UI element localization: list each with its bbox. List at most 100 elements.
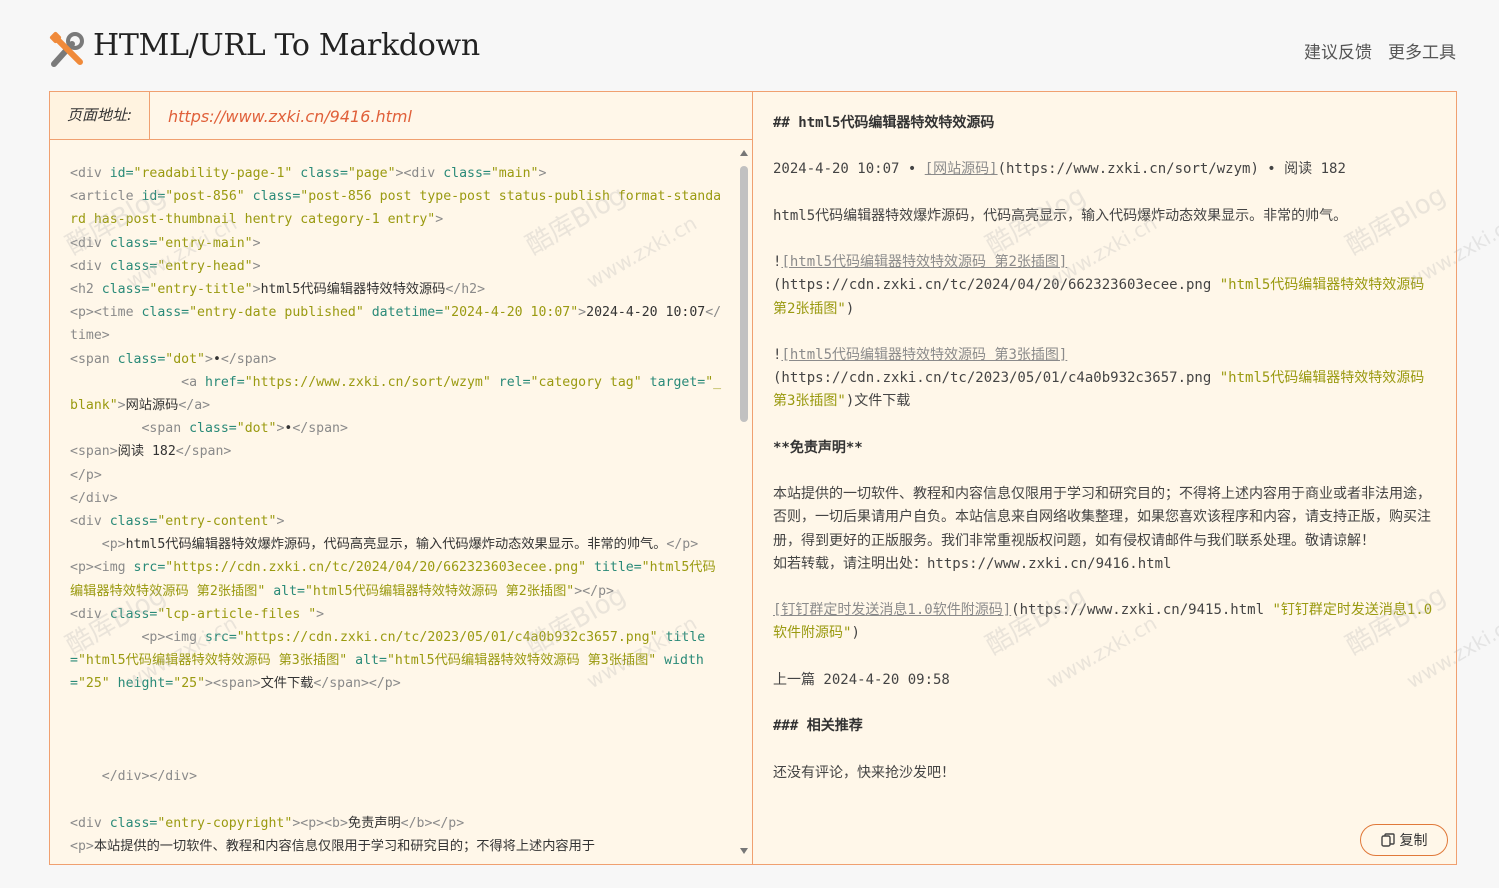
md-prev: 上一篇 2024-4-20 09:58: [773, 671, 950, 688]
code-token: <div: [70, 166, 110, 181]
md-img2-close: )文件下载: [845, 393, 911, 410]
code-token: "readability-page-1": [133, 166, 293, 181]
converter-panel: 页面地址: <div id="readability-page-1" class…: [49, 91, 1457, 865]
code-line: ​: [70, 742, 726, 765]
code-token: src=: [133, 560, 166, 576]
code-token: class=: [109, 258, 158, 274]
code-token: "lcp-article-files ": [157, 606, 317, 622]
code-token: "category tag": [530, 374, 642, 390]
copy-button[interactable]: 复制: [1360, 824, 1448, 856]
code-token: class=: [141, 305, 190, 321]
code-token: <h2: [70, 282, 102, 298]
md-h2: ## html5代码编辑器特效特效源码: [773, 115, 995, 131]
code-token: >: [204, 351, 213, 367]
code-token: >: [316, 606, 325, 622]
top-nav: 建议反馈 更多工具: [1304, 38, 1456, 63]
html-input-pane: 页面地址: <div id="readability-page-1" class…: [50, 92, 753, 864]
scroll-down-arrow-icon[interactable]: [740, 848, 748, 854]
code-token: <span: [70, 351, 118, 367]
code-token: "entry-copyright": [157, 815, 293, 831]
code-token: ><div: [395, 166, 444, 181]
code-line: <p>html5代码编辑器特效爆炸源码，代码高亮显示，输入代码爆炸动态效果显示。…: [70, 533, 726, 556]
code-line: </p>: [70, 464, 726, 487]
code-token: "html5代码编辑器特效特效源码 第2张插图": [304, 583, 575, 599]
md-disclaimer-title: **免责声明**: [773, 439, 863, 456]
code-token: class=: [189, 421, 237, 437]
code-token: class=: [109, 815, 158, 831]
code-token: "html5代码编辑器特效特效源码 第3张插图": [77, 653, 348, 669]
md-repost: 如若转载，请注明出处：https://www.zxki.cn/9416.html: [773, 555, 1172, 572]
code-line: <div class="entry-head">: [70, 255, 726, 278]
code-token: </span></p>: [313, 676, 401, 692]
md-meta-prefix: 2024-4-20 10:07 •: [773, 161, 925, 178]
code-token: <p><img: [70, 560, 134, 576]
md-meta-link: [网站源码]: [924, 161, 998, 178]
code-token: "html5代码编辑器特效特效源码 第3张插图": [386, 653, 657, 669]
md-related-link: [钉钉群定时发送消息1.0软件附源码]: [773, 602, 1012, 619]
code-token: ><p><b>: [292, 815, 348, 831]
feedback-link[interactable]: 建议反馈: [1304, 38, 1372, 63]
code-token: src=: [205, 630, 237, 646]
code-line: <p><time class="entry-date published" da…: [70, 301, 726, 347]
code-token: "dot": [165, 351, 205, 367]
code-token: alt=: [347, 653, 387, 669]
code-token: 网站源码: [125, 398, 179, 414]
url-input[interactable]: [150, 92, 730, 141]
url-label: 页面地址:: [50, 92, 150, 139]
code-token: "https://cdn.zxki.cn/tc/2023/05/01/c4a0b…: [236, 630, 658, 646]
code-token: <div: [70, 235, 110, 251]
more-tools-link[interactable]: 更多工具: [1388, 38, 1456, 63]
code-token: "25": [173, 676, 206, 692]
scroll-up-arrow-icon[interactable]: [740, 150, 748, 156]
code-line: <span class="dot">•</span>: [70, 417, 726, 440]
code-token: 免责声明: [347, 815, 401, 831]
code-token: "entry-date published": [189, 305, 364, 321]
code-line: <a href="https://www.zxki.cn/sort/wzym" …: [70, 371, 726, 417]
md-h3: ### 相关推荐: [773, 718, 863, 735]
code-line: <span class="dot">•</span>: [70, 348, 726, 371]
code-token: "25": [77, 676, 110, 692]
code-token: html5代码编辑器特效爆炸源码，代码高亮显示，输入代码爆炸动态效果显示。非常的…: [125, 537, 667, 553]
code-token: <p><time: [70, 305, 142, 321]
markdown-output[interactable]: ## html5代码编辑器特效特效源码 2024-4-20 10:07 • [网…: [753, 92, 1456, 785]
code-token: <span>: [70, 444, 118, 460]
code-line: <p>本站提供的一切软件、教程和内容信息仅限用于学习和研究目的；不得将上述内容用…: [70, 835, 726, 858]
code-token: </p>: [666, 537, 699, 553]
url-bar: 页面地址:: [50, 92, 752, 141]
code-token: href=: [204, 374, 245, 390]
html-code-editor[interactable]: <div id="readability-page-1" class="page…: [50, 140, 738, 864]
code-token: <div: [70, 815, 110, 831]
code-token: >: [578, 305, 587, 321]
scroll-thumb[interactable]: [740, 166, 748, 422]
code-token: class=: [117, 351, 166, 367]
code-token: </div>: [70, 490, 118, 506]
code-line: </div></div>: [70, 765, 726, 788]
code-token: ></p>: [574, 583, 614, 599]
code-token: <p>: [101, 537, 126, 553]
md-related-close: ): [851, 625, 860, 642]
md-meta-suffix: (https://www.zxki.cn/sort/wzym) • 阅读 182: [997, 161, 1346, 178]
code-line: ​: [70, 719, 726, 742]
code-token: id=: [141, 189, 166, 205]
html-code[interactable]: <div id="readability-page-1" class="page…: [50, 140, 738, 858]
code-token: </h2>: [445, 282, 486, 298]
code-token: >: [252, 282, 261, 298]
code-token: 2024-4-20 10:07: [586, 305, 706, 321]
code-token: target=: [641, 374, 706, 390]
code-token: <article: [70, 189, 142, 205]
code-line: <div class="entry-main">: [70, 232, 726, 255]
code-token: </span>: [220, 351, 277, 367]
code-token: <p><img: [141, 630, 205, 646]
markdown-output-pane: ## html5代码编辑器特效特效源码 2024-4-20 10:07 • [网…: [753, 92, 1456, 864]
code-token: </p>: [70, 467, 102, 483]
md-img1-alt: [html5代码编辑器特效特效源码 第2张插图]: [781, 254, 1068, 271]
code-token: id=: [109, 166, 134, 181]
code-line: <div class="entry-copyright"><p><b>免责声明<…: [70, 812, 726, 835]
code-line: <p><img src="https://cdn.zxki.cn/tc/2023…: [70, 626, 726, 696]
code-line: ​: [70, 696, 726, 719]
md-img2-alt: [html5代码编辑器特效特效源码 第3张插图]: [781, 347, 1068, 364]
code-scrollbar[interactable]: [738, 144, 750, 862]
header: HTML/URL To Markdown 建议反馈 更多工具: [0, 0, 1499, 92]
code-token: html5代码编辑器特效特效源码: [260, 282, 446, 298]
